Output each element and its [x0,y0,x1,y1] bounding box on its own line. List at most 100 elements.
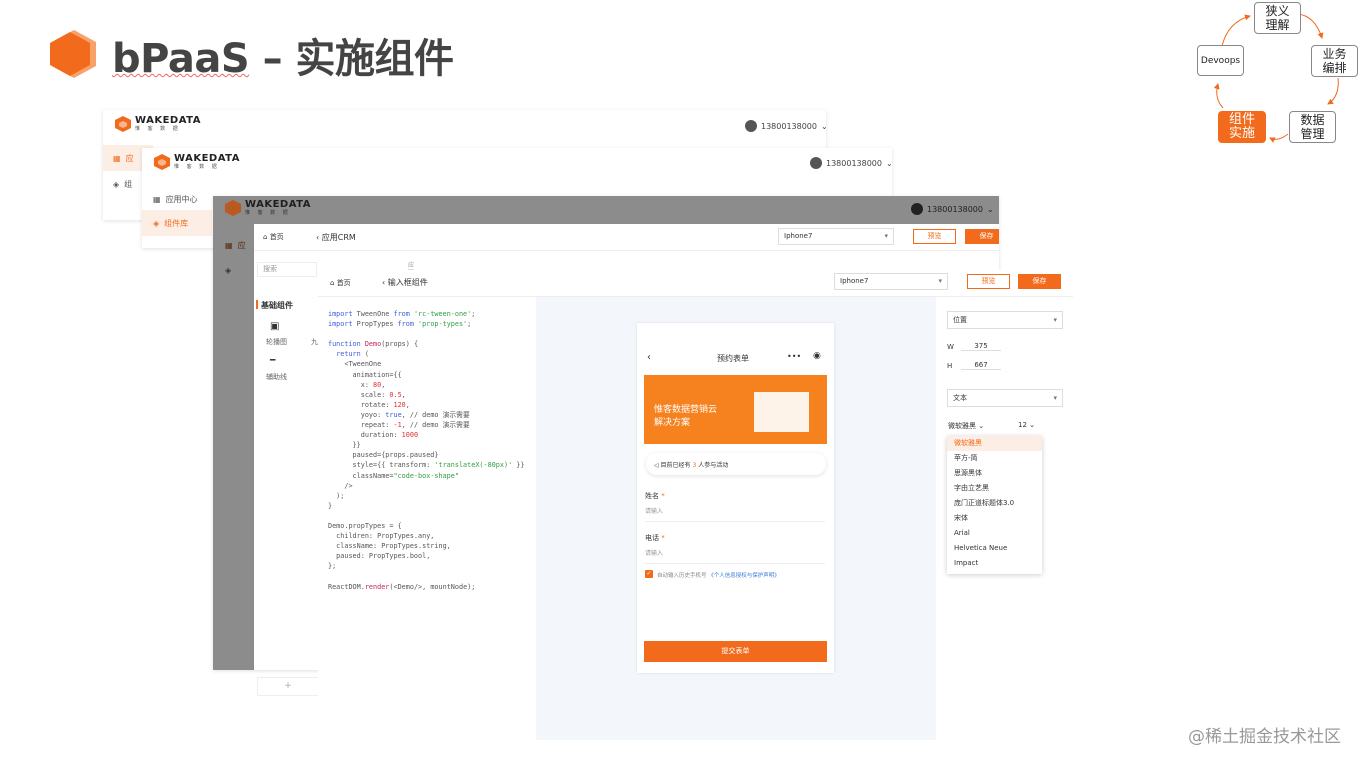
consent-checkbox[interactable]: ✓ [645,570,653,578]
chevron-down-icon: ⌄ [978,422,985,430]
code-line: }} [328,441,361,450]
device-select[interactable]: Iphone7 ▾ [834,273,948,290]
height-label: H [947,362,953,370]
consent-text: 自动输入历史手机号 《个人信息授权与保护声明》 [657,573,780,579]
cycle-node-narrow: 狭义 理解 [1254,2,1301,34]
chevron-down-icon: ⌄ [821,121,826,131]
component-carousel[interactable]: 轮播图 [266,337,287,347]
sidebar-item-app[interactable]: ▦ 应 [113,153,134,164]
caret-down-icon: ▾ [938,277,942,285]
user-menu[interactable]: 13800138000 ⌄ [911,203,994,215]
layers-icon: ◈ [153,219,160,228]
consent-link[interactable]: 《个人信息授权与保护声明》 [708,573,780,579]
name-input[interactable]: 请输入 [645,506,825,522]
group-title: 基础组件 [261,301,293,310]
font-option[interactable]: 苹方-简 [947,451,1042,466]
phone-preview: ‹ 预约表单 ••• ◉ 惟客数据营销云 解决方案 ◁ 目前已经有 3 人参与活… [637,323,834,673]
preview-button[interactable]: 预览 [913,229,956,244]
image-icon: ▣ [270,321,280,332]
code-line: } [328,501,333,510]
chevron-down-icon: ⌄ [987,204,994,214]
breadcrumb: ‹ 输入框组件 [382,278,428,287]
code-line: animation={{ [328,370,402,379]
add-component-button[interactable]: + [257,677,319,696]
code-line: function Demo(props) { [328,340,419,349]
grid-icon: ▦ [153,195,161,204]
font-option[interactable]: Impact [947,556,1042,571]
banner-line1: 惟客数据营销云 [654,405,718,415]
font-option[interactable]: 思源黑体 [947,466,1042,481]
user-menu[interactable]: 13800138000 ⌄ [745,120,826,132]
code-line: Demo.propTypes = { [328,521,402,530]
font-option[interactable]: 微软雅黑 [947,436,1042,451]
code-line: className: PropTypes.string, [328,542,451,551]
phone-input[interactable]: 请输入 [645,548,825,564]
layers-icon: ◈ [225,266,232,275]
sidebar-item-app-center[interactable]: ▦ 应用中心 [153,194,198,205]
text-select[interactable]: 文本 ▾ [947,389,1063,407]
width-label: W [947,343,954,351]
avatar [911,203,923,215]
preview-button[interactable]: 预览 [967,274,1010,289]
phone-title: 预约表单 [717,354,749,363]
tab-stub[interactable]: 应 [408,260,415,270]
more-icon[interactable]: ••• [787,352,801,361]
cycle-node-component: 组件 实施 [1218,111,1266,143]
font-option[interactable]: Helvetica Neue [947,541,1042,556]
height-input[interactable]: 667 [961,361,1001,370]
font-option[interactable]: 庞门正道标题体3.0 [947,496,1042,511]
save-button[interactable]: 保存 [1018,274,1061,289]
code-line: return ( [336,350,369,359]
component-divider[interactable]: 辅助线 [266,372,287,382]
font-option[interactable]: Arial [947,526,1042,541]
phone-label: 电话 * [645,534,665,542]
font-option[interactable]: 字由立艺黑 [947,481,1042,496]
name-label: 姓名 * [645,492,665,500]
code-line: ReactDOM.render(<Demo/>, mountNode); [328,582,476,591]
font-family-select[interactable]: 微软雅黑 ⌄ [948,421,984,431]
save-button[interactable]: 保存 [965,229,999,244]
cycle-node-orchestration: 业务 编排 [1311,45,1358,77]
banner-illustration [754,392,809,432]
cycle-node-data: 数据 管理 [1289,111,1336,143]
banner: 惟客数据营销云 解决方案 [644,375,827,444]
participants-bar: ◁ 目前已经有 3 人参与活动 [646,453,826,475]
home-link[interactable]: ⌂ 首页 [330,278,351,288]
width-input[interactable]: 375 [961,342,1001,351]
user-menu[interactable]: 13800138000 ⌄ [810,157,892,169]
code-line: repeat: -1, // demo 演示需要 [328,421,470,430]
avatar [745,120,757,132]
code-editor[interactable]: import TweenOne from 'rc-tween-one'; impo… [328,309,524,592]
chevron-down-icon: ⌄ [886,158,892,168]
submit-button[interactable]: 提交表单 [644,641,827,662]
grid-icon: ▦ [225,241,233,250]
grid-icon: ▦ [113,154,121,163]
cube-logo-icon [225,200,241,216]
home-icon: ⌂ [330,279,335,287]
component-partial[interactable]: 九 [311,337,318,347]
sidebar-item-component[interactable]: ◈ 组 [113,179,132,190]
sidebar-item-component[interactable]: ◈ [225,266,231,275]
brand-logo: WAKEDATA 惟 客 数 据 [225,200,311,216]
search-input[interactable]: 搜索 [257,262,317,277]
home-link[interactable]: ⌂ 首页 [263,232,284,242]
home-icon: ⌂ [263,233,268,241]
code-line: import PropTypes from 'prop-types'; [328,320,472,329]
device-select[interactable]: Iphone7 ▾ [778,228,894,245]
code-line: x: 80, [328,380,386,389]
slide-title: bPaaS – 实施组件 [112,36,454,82]
sidebar-item-component-lib[interactable]: ◈ 组件库 [153,218,188,229]
target-icon[interactable]: ◉ [813,351,821,361]
font-dropdown: 微软雅黑 苹方-简 思源黑体 字由立艺黑 庞门正道标题体3.0 宋体 Arial Helvet… [947,436,1042,574]
position-select[interactable]: 位置 ▾ [947,311,1063,329]
back-arrow-icon[interactable]: ‹ [647,352,651,363]
code-line: yoyo: true, // demo 演示需要 [328,410,470,419]
font-option[interactable]: 宋体 [947,511,1042,526]
sidebar-item-app[interactable]: ▦ 应 [225,240,246,251]
divider-icon: ━ [270,356,276,366]
code-line: style={{ transform: 'translateX(-80px)' … [328,461,525,470]
breadcrumb: ‹ 应用CRM [316,233,356,242]
avatar [810,157,822,169]
font-size-select[interactable]: 12 ⌄ [1018,421,1035,429]
